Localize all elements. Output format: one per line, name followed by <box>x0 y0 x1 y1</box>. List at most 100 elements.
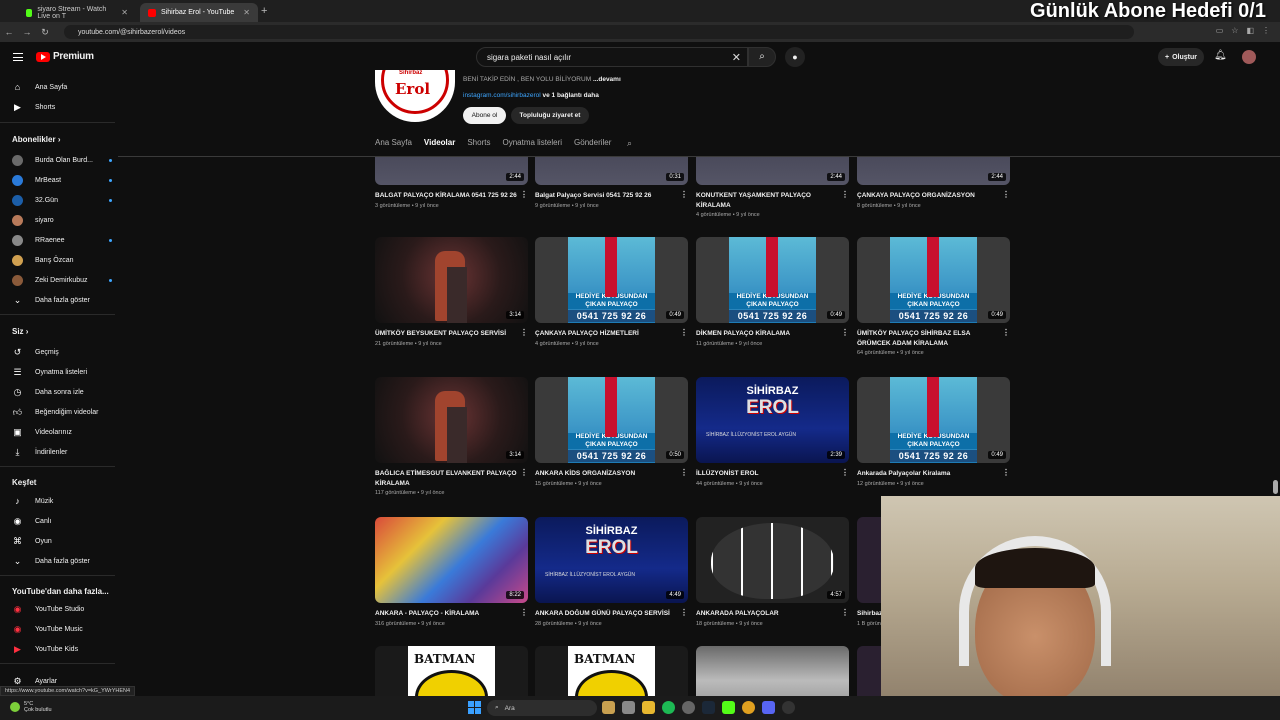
tab-posts[interactable]: Gönderiler <box>574 138 611 147</box>
video-title[interactable]: ANKARA DOĞUM GÜNÜ PALYAÇO SERVİSİ <box>535 609 678 619</box>
hamburger-menu-icon[interactable] <box>13 53 23 61</box>
video-thumbnail[interactable]: HEDİYE KUTUSUNDAN ÇIKAN PALYAÇO 0541 725 9… <box>857 377 1010 463</box>
tab-close-icon[interactable]: ✕ <box>243 8 250 17</box>
more-options-icon[interactable]: ⋮ <box>839 329 849 339</box>
channel-search-icon[interactable]: ⌕ <box>627 138 632 149</box>
channel-description[interactable]: BENİ TAKİP EDİN , BEN YOLU BİLİYORUM ...… <box>463 76 621 83</box>
video-thumbnail[interactable]: SİHİRBAZ EROL SİHİRBAZ İLLÜZYONİST EROL AY… <box>535 517 688 603</box>
forward-icon[interactable]: → <box>18 27 36 37</box>
video-card[interactable]: HEDİYE KUTUSUNDAN ÇIKAN PALYAÇO 0541 725 9… <box>857 237 1010 356</box>
browser-tab-youtube[interactable]: Sihirbaz Erol - YouTube ✕ <box>140 3 258 22</box>
create-button[interactable]: + Oluştur <box>1158 48 1204 66</box>
video-title[interactable]: BAĞLICA ETİMESGUT ELVANKENT PALYAÇO KİRA… <box>375 469 518 488</box>
more-options-icon[interactable]: ⋮ <box>1000 191 1010 201</box>
video-title[interactable]: ÜMİTKÖY BEYSUKENT PALYAÇO SERVİSİ <box>375 329 518 339</box>
cast-icon[interactable]: ▭ <box>1216 26 1224 35</box>
steam-app-icon[interactable] <box>702 701 715 714</box>
video-card[interactable]: HEDİYE KUTUSUNDAN ÇIKAN PALYAÇO 0541 725 9… <box>696 237 849 347</box>
video-thumbnail[interactable]: SİHİRBAZ EROL SİHİRBAZ İLLÜZYONİST EROL AY… <box>696 377 849 463</box>
video-thumbnail[interactable]: 2:44 <box>375 157 528 185</box>
visit-community-button[interactable]: Topluluğu ziyaret et <box>511 107 589 124</box>
video-card[interactable]: 2:44 BALGAT PALYAÇO KİRALAMA 0541 725 92 … <box>375 157 528 209</box>
video-card[interactable]: 8:22 ANKARA - PALYAÇO - KİRALAMA ⋮ 316 görü… <box>375 517 528 627</box>
video-title[interactable]: ÇANKAYA PALYAÇO ORGANİZASYON <box>857 191 1000 201</box>
file-explorer-icon[interactable] <box>642 701 655 714</box>
video-title[interactable]: ANKARA KİDS ORGANİZASYON <box>535 469 678 479</box>
video-thumbnail[interactable] <box>696 646 849 697</box>
tab-close-icon[interactable]: ✕ <box>121 8 128 17</box>
extensions-icon[interactable]: ◧ <box>1246 26 1254 35</box>
video-thumbnail[interactable]: HEDİYE KUTUSUNDAN ÇIKAN PALYAÇO 0541 725 9… <box>696 237 849 323</box>
more-options-icon[interactable]: ⋮ <box>839 469 849 479</box>
more-options-icon[interactable]: ⋮ <box>678 609 688 619</box>
star-icon[interactable]: ☆ <box>1231 26 1238 35</box>
subscribe-button[interactable]: Abone ol <box>463 107 506 124</box>
more-options-icon[interactable]: ⋮ <box>1000 469 1010 479</box>
browser-tab-kick[interactable]: siyaro Stream - Watch Live on T ✕ <box>18 3 136 22</box>
video-thumbnail[interactable]: 2:44 <box>857 157 1010 185</box>
more-options-icon[interactable]: ⋮ <box>678 329 688 339</box>
video-card[interactable]: 3:14 BAĞLICA ETİMESGUT ELVANKENT PALYAÇO … <box>375 377 528 496</box>
video-thumbnail[interactable]: 0:31 <box>535 157 688 185</box>
clear-search-icon[interactable]: ✕ <box>732 51 741 64</box>
video-card[interactable]: HEDİYE KUTUSUNDAN ÇIKAN PALYAÇO 0541 725 9… <box>535 237 688 347</box>
kick-app-icon[interactable] <box>722 701 735 714</box>
video-title[interactable]: DİKMEN PALYAÇO KİRALAMA <box>696 329 839 339</box>
tab-home[interactable]: Ana Sayfa <box>375 138 412 147</box>
spotify-icon[interactable] <box>662 701 675 714</box>
video-card[interactable]: 2:44 ÇANKAYA PALYAÇO ORGANİZASYON ⋮ 8 görün… <box>857 157 1010 209</box>
chrome-icon[interactable] <box>742 701 755 714</box>
more-options-icon[interactable]: ⋮ <box>518 191 528 201</box>
weather-widget[interactable]: 5°C Çok bulutlu <box>10 701 52 713</box>
video-title[interactable]: Ankarada Palyaçolar Kiralama <box>857 469 1000 479</box>
more-options-icon[interactable]: ⋮ <box>1000 329 1010 348</box>
steam-icon[interactable] <box>682 701 695 714</box>
more-options-icon[interactable]: ⋮ <box>839 191 849 210</box>
more-options-icon[interactable]: ⋮ <box>518 329 528 339</box>
video-card[interactable]: HEDİYE KUTUSUNDAN ÇIKAN PALYAÇO 0541 725 9… <box>535 377 688 487</box>
channel-links[interactable]: instagram.com/sihirbazerol ve 1 bağlantı… <box>463 92 599 99</box>
tab-shorts[interactable]: Shorts <box>467 138 490 147</box>
video-title[interactable]: ÜMİTKÖY PALYAÇO SİHİRBAZ ELSA ÖRÜMCEK AD… <box>857 329 1000 348</box>
video-card[interactable]: SİHİRBAZ EROL SİHİRBAZ İLLÜZYONİST EROL AY… <box>696 377 849 487</box>
video-card[interactable]: SİHİRBAZ EROL SİHİRBAZ İLLÜZYONİST EROL AY… <box>535 517 688 627</box>
channel-avatar-logo[interactable]: Sihirbaz Erol <box>375 70 455 122</box>
more-options-icon[interactable]: ⋮ <box>839 609 849 619</box>
url-field[interactable]: youtube.com/@sihirbazerol/videos <box>64 25 1134 39</box>
video-card[interactable] <box>535 646 688 697</box>
obs-icon[interactable] <box>782 701 795 714</box>
video-card[interactable]: HEDİYE KUTUSUNDAN ÇIKAN PALYAÇO 0541 725 9… <box>857 377 1010 487</box>
video-thumbnail[interactable]: HEDİYE KUTUSUNDAN ÇIKAN PALYAÇO 0541 725 9… <box>857 237 1010 323</box>
search-button[interactable]: ⌕ <box>748 47 776 67</box>
task-view-icon[interactable] <box>622 701 635 714</box>
discord-icon[interactable] <box>762 701 775 714</box>
video-title[interactable]: İLLÜZYONİST EROL <box>696 469 839 479</box>
video-card[interactable] <box>696 646 849 697</box>
reload-icon[interactable]: ↻ <box>36 27 54 38</box>
video-card[interactable]: 3:14 ÜMİTKÖY BEYSUKENT PALYAÇO SERVİSİ ⋮ 21… <box>375 237 528 347</box>
video-thumbnail[interactable] <box>375 646 528 697</box>
video-thumbnail[interactable]: 3:14 <box>375 377 528 463</box>
video-thumbnail[interactable]: HEDİYE KUTUSUNDAN ÇIKAN PALYAÇO 0541 725 9… <box>535 237 688 323</box>
new-tab-icon[interactable]: + <box>261 5 267 17</box>
sidebar-item-shorts[interactable]: ▶ Shorts <box>12 100 112 114</box>
notifications-bell-icon[interactable]: 🔔︎ <box>1214 50 1227 61</box>
menu-icon[interactable]: ⋮ <box>1262 26 1270 35</box>
video-title[interactable]: ANKARADA PALYAÇOLAR <box>696 609 839 619</box>
voice-search-button[interactable]: ● <box>785 47 805 67</box>
instagram-link[interactable]: instagram.com/sihirbazerol <box>463 92 541 99</box>
tab-playlists[interactable]: Oynatma listeleri <box>502 138 562 147</box>
video-title[interactable]: ÇANKAYA PALYAÇO HİZMETLERİ <box>535 329 678 339</box>
video-thumbnail[interactable] <box>535 646 688 697</box>
more-options-icon[interactable]: ⋮ <box>678 191 688 201</box>
windows-start-icon[interactable] <box>468 701 481 714</box>
scrollbar-thumb[interactable] <box>1273 480 1278 494</box>
video-card[interactable]: 2:44 KONUTKENT YAŞAMKENT PALYAÇO KİRALAMA… <box>696 157 849 218</box>
video-card[interactable] <box>375 646 528 697</box>
video-thumbnail[interactable]: 3:14 <box>375 237 528 323</box>
account-avatar[interactable] <box>1242 50 1256 64</box>
youtube-logo[interactable]: Premium <box>36 51 94 62</box>
back-icon[interactable]: ← <box>0 27 18 37</box>
more-options-icon[interactable]: ⋮ <box>518 469 528 488</box>
video-card[interactable]: 4:57 ANKARADA PALYAÇOLAR ⋮ 18 görüntüleme •… <box>696 517 849 627</box>
